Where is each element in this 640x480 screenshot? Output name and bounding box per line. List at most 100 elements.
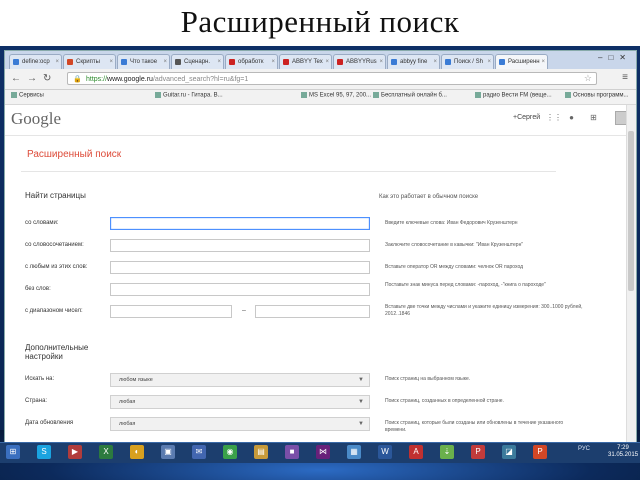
pdf-icon[interactable]: P <box>471 445 485 459</box>
photo-icon[interactable]: ◪ <box>502 445 516 459</box>
tab-close-icon[interactable]: × <box>487 55 491 69</box>
chevron-down-icon: ▼ <box>358 421 364 427</box>
tab-6[interactable]: ABBYYRus × <box>333 54 386 69</box>
setting-select-2[interactable]: любая ▼ <box>110 417 370 431</box>
field-hint: Введите ключевые слова: Иван Федорович К… <box>385 220 518 226</box>
star-icon[interactable]: ☆ <box>584 72 592 85</box>
tab-4[interactable]: обработк × <box>225 54 278 69</box>
tab-close-icon[interactable]: × <box>433 55 437 69</box>
skype-icon[interactable]: S <box>37 445 51 459</box>
chrome-icon[interactable]: ◉ <box>223 445 237 459</box>
apps-icon[interactable]: ⋮⋮ <box>546 113 562 122</box>
more-settings-title: Дополнительные настройки <box>25 343 89 361</box>
bookmark-1[interactable]: Guitar.ru - Гитара. В... <box>155 92 223 99</box>
tab-close-icon[interactable]: × <box>163 55 167 69</box>
url-host: www.google.ru <box>107 76 153 83</box>
setting-label: Страна: <box>25 398 48 404</box>
tab-close-icon[interactable]: × <box>271 55 275 69</box>
field-hint: Поставьте знак минуса перед словами: -па… <box>385 282 546 288</box>
forward-icon[interactable]: → <box>27 73 37 84</box>
tab-label: Что такое <box>130 59 158 65</box>
excel-icon[interactable]: X <box>99 445 113 459</box>
tab-3[interactable]: Сценарн. × <box>171 54 224 69</box>
page-title: Расширенный поиск <box>27 149 122 160</box>
bookmark-3[interactable]: Бесплатный онлайн б... <box>373 92 447 99</box>
player-icon[interactable]: ▶ <box>68 445 82 459</box>
tab-close-icon[interactable]: × <box>55 55 59 69</box>
bookmark-icon <box>301 92 307 98</box>
abbyy-icon[interactable]: A <box>409 445 423 459</box>
bookmark-5[interactable]: Основы программ... <box>565 92 629 99</box>
app2-icon[interactable]: ▦ <box>347 445 361 459</box>
address-bar[interactable]: 🔒 https://www.google.ru/advanced_search?… <box>67 72 597 85</box>
folder-icon[interactable]: ▣ <box>161 445 175 459</box>
tab-8[interactable]: Поиск / Sh × <box>441 54 494 69</box>
bookmark-label: Основы программ... <box>573 92 629 99</box>
tab-7[interactable]: abbyy fine × <box>387 54 440 69</box>
select-value: любая <box>119 399 136 405</box>
tab-2[interactable]: Что такое × <box>117 54 170 69</box>
tab-favicon-icon <box>337 59 343 65</box>
media-icon[interactable]: ◐ <box>130 445 144 459</box>
field-hint: Вставьте две точки между числами и укажи… <box>385 304 583 317</box>
bookmark-2[interactable]: MS Excel 95, 97, 200... <box>301 92 371 99</box>
tab-close-icon[interactable]: × <box>541 55 545 69</box>
tab-label: Сценарн. <box>184 59 211 65</box>
tab-favicon-icon <box>229 59 235 65</box>
back-icon[interactable]: ← <box>11 73 21 84</box>
tab-close-icon[interactable]: × <box>217 55 221 69</box>
scrollbar-thumb[interactable] <box>628 131 634 291</box>
window-controls[interactable]: –□✕ <box>598 53 632 62</box>
search-field-1[interactable] <box>110 239 370 252</box>
menu-icon[interactable]: ≡ <box>622 72 628 83</box>
tab-label: Расширенн <box>508 59 540 65</box>
powerpoint-icon[interactable]: P <box>533 445 547 459</box>
tab-close-icon[interactable]: × <box>325 55 329 69</box>
search-field-2[interactable] <box>110 261 370 274</box>
tab-label: ABBYYRus <box>346 59 377 65</box>
chevron-down-icon: ▼ <box>358 399 364 405</box>
bookmark-icon <box>11 92 17 98</box>
tab-5[interactable]: ABBYY Tex × <box>279 54 332 69</box>
bookmark-4[interactable]: радио Вести FM (веще... <box>475 92 552 99</box>
number-range-to-input[interactable] <box>255 305 370 318</box>
setting-select-1[interactable]: любая ▼ <box>110 395 370 409</box>
number-range-from-input[interactable] <box>110 305 232 318</box>
torrent-icon[interactable]: ⇣ <box>440 445 454 459</box>
app-icon[interactable]: ■ <box>285 445 299 459</box>
tab-favicon-icon <box>283 59 289 65</box>
vs-icon[interactable]: ⋈ <box>316 445 330 459</box>
scrollbar[interactable] <box>626 105 636 443</box>
setting-label: Дата обновления <box>25 420 74 426</box>
mail-icon[interactable]: ✉ <box>192 445 206 459</box>
google-logo[interactable]: Google <box>11 109 61 129</box>
chevron-down-icon: ▼ <box>358 377 364 383</box>
search-field-0[interactable] <box>110 217 370 230</box>
user-link[interactable]: +Сергей <box>513 114 540 121</box>
clock[interactable]: 7:29 31.05.2015 <box>608 445 638 459</box>
tab-close-icon[interactable]: × <box>109 55 113 69</box>
tab-1[interactable]: Скрипты × <box>63 54 116 69</box>
tab-9[interactable]: Расширенн × <box>495 54 548 69</box>
slide-title: Расширенный поиск <box>180 4 460 39</box>
reload-icon[interactable]: ↻ <box>43 73 51 84</box>
word-icon[interactable]: W <box>378 445 392 459</box>
notifications-icon[interactable]: ● <box>567 113 576 122</box>
bookmark-0[interactable]: Сервисы <box>11 92 44 99</box>
field-label: с диапазоном чисел: <box>25 308 83 314</box>
bookmark-label: Guitar.ru - Гитара. В... <box>163 92 223 99</box>
setting-select-0[interactable]: любом языке ▼ <box>110 373 370 387</box>
tab-0[interactable]: define:ocp × <box>9 54 62 69</box>
explorer-icon[interactable]: ▤ <box>254 445 268 459</box>
language-indicator[interactable]: РУС <box>578 446 590 452</box>
start-icon[interactable]: ⊞ <box>6 445 20 459</box>
share-icon[interactable]: ⊞ <box>589 113 598 122</box>
tab-close-icon[interactable]: × <box>379 55 383 69</box>
search-field-3[interactable] <box>110 283 370 296</box>
bookmark-label: Сервисы <box>19 92 44 99</box>
divider <box>21 171 556 172</box>
tab-label: Поиск / Sh <box>454 59 483 65</box>
bookmark-icon <box>565 92 571 98</box>
browser-window: define:ocp × Скрипты × Что такое × Сценарн. × об… <box>4 50 637 444</box>
field-label: со словосочетанием: <box>25 242 84 248</box>
